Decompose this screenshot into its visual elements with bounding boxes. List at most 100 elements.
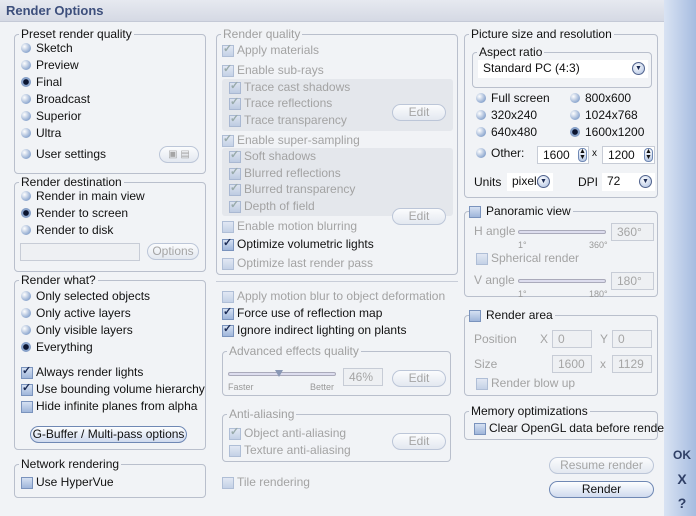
size-1024x768[interactable]: 1024x768 — [570, 108, 638, 122]
everything[interactable]: Everything — [21, 340, 93, 354]
apply-materials-checkbox[interactable]: Apply materials — [222, 42, 319, 57]
save-preset-icon[interactable]: ▤ — [180, 149, 189, 160]
h-angle-slider[interactable] — [518, 230, 606, 234]
height-input[interactable]: 1200 ▲ ▼ — [602, 146, 655, 164]
close-button[interactable]: X — [670, 471, 694, 487]
preset-broadcast[interactable]: Broadcast — [21, 92, 90, 106]
motion-blur-deformation-checkbox[interactable]: Apply motion blur to object deformation — [222, 289, 445, 303]
depth-of-field-checkbox[interactable]: Depth of field — [229, 198, 315, 213]
y-label: Y — [600, 332, 609, 346]
disk-path-input[interactable] — [20, 243, 140, 261]
height-spinner[interactable]: ▲ ▼ — [644, 148, 653, 162]
h-angle-label: H angle — [474, 224, 516, 238]
ignore-indirect-plants-checkbox[interactable]: Ignore indirect lighting on plants — [222, 322, 406, 337]
size-other[interactable]: Other: — [476, 146, 524, 160]
subrays-edit-button[interactable]: Edit — [392, 104, 446, 121]
group-label: Anti-aliasing — [227, 407, 297, 421]
times-label: x — [592, 148, 597, 159]
only-visible-layers[interactable]: Only visible layers — [21, 323, 133, 337]
object-antialiasing-checkbox[interactable]: Object anti-aliasing — [229, 425, 346, 440]
trace-reflections-checkbox[interactable]: Trace reflections — [229, 95, 332, 110]
resume-render-button[interactable]: Resume render — [549, 457, 654, 474]
dest-screen[interactable]: Render to screen — [21, 206, 128, 220]
size-320x240[interactable]: 320x240 — [476, 108, 537, 122]
enable-subrays-checkbox[interactable]: Enable sub-rays — [222, 62, 324, 77]
v-angle-slider[interactable] — [518, 279, 606, 283]
width-spinner[interactable]: ▲ ▼ — [578, 148, 587, 162]
dest-main-view[interactable]: Render in main view — [21, 189, 145, 203]
preset-user-settings[interactable]: User settings — [21, 147, 106, 161]
render-blowup-checkbox[interactable]: Render blow up — [476, 376, 575, 390]
ok-button[interactable]: OK — [670, 448, 694, 462]
preset-preview[interactable]: Preview — [21, 58, 79, 72]
size-1600x1200[interactable]: 1600x1200 — [570, 125, 644, 139]
supersampling-edit-button[interactable]: Edit — [392, 208, 446, 225]
trace-cast-shadows-checkbox[interactable]: Trace cast shadows — [229, 79, 350, 94]
size-800x600[interactable]: 800x600 — [570, 91, 631, 105]
dpi-label: DPI — [578, 175, 599, 189]
clear-opengl-checkbox[interactable]: Clear OpenGL data before render — [474, 421, 668, 435]
bounding-volume-checkbox[interactable]: Use bounding volume hierarchy — [21, 381, 205, 396]
preset-file-buttons[interactable]: ▣ ▤ — [159, 146, 199, 163]
dpi-select[interactable]: 72 ▼ — [602, 173, 655, 191]
v-min-label: 1° — [518, 289, 527, 299]
enable-supersampling-checkbox[interactable]: Enable super-sampling — [222, 132, 360, 147]
blurred-reflections-checkbox[interactable]: Blurred reflections — [229, 165, 341, 180]
better-label: Better — [310, 382, 335, 392]
force-reflection-map-checkbox[interactable]: Force use of reflection map — [222, 305, 382, 320]
chevron-down-icon[interactable]: ▼ — [639, 175, 652, 188]
panoramic-view-checkbox[interactable]: Panoramic view — [469, 204, 573, 218]
units-select[interactable]: pixels ▼ — [507, 173, 553, 191]
width-value: 1600 — [543, 148, 570, 162]
y-input[interactable]: 0 — [612, 330, 652, 348]
only-selected-objects[interactable]: Only selected objects — [21, 289, 150, 303]
h-max-label: 360° — [589, 240, 608, 250]
preset-final[interactable]: Final — [21, 75, 62, 89]
help-button[interactable]: ? — [670, 495, 694, 511]
advanced-edit-button[interactable]: Edit — [392, 370, 446, 387]
quality-value-input[interactable]: 46% — [343, 368, 383, 386]
preset-sketch[interactable]: Sketch — [21, 41, 73, 55]
preset-superior[interactable]: Superior — [21, 109, 81, 123]
optimize-last-pass-checkbox[interactable]: Optimize last render pass — [222, 256, 373, 270]
size-full-screen[interactable]: Full screen — [476, 91, 550, 105]
faster-label: Faster — [228, 382, 254, 392]
group-label: Memory optimizations — [469, 404, 590, 418]
render-area-checkbox[interactable]: Render area — [469, 308, 555, 322]
options-button[interactable]: Options — [147, 243, 199, 260]
only-active-layers[interactable]: Only active layers — [21, 306, 131, 320]
chevron-down-icon[interactable]: ▼ — [632, 62, 645, 75]
trace-transparency-checkbox[interactable]: Trace transparency — [229, 112, 347, 127]
v-max-label: 180° — [589, 289, 608, 299]
tile-rendering-checkbox[interactable]: Tile rendering — [222, 475, 310, 489]
area-width-input[interactable]: 1600 — [552, 355, 592, 373]
spherical-render-checkbox[interactable]: Spherical render — [476, 251, 579, 265]
h-min-label: 1° — [518, 240, 527, 250]
open-preset-icon[interactable]: ▣ — [168, 149, 177, 160]
aspect-ratio-select[interactable]: Standard PC (4:3) ▼ — [478, 60, 648, 78]
gbuffer-options-button[interactable]: G-Buffer / Multi-pass options — [30, 426, 187, 443]
blurred-transparency-checkbox[interactable]: Blurred transparency — [229, 181, 355, 196]
antialias-edit-button[interactable]: Edit — [392, 433, 446, 450]
soft-shadows-checkbox[interactable]: Soft shadows — [229, 148, 316, 163]
x-input[interactable]: 0 — [552, 330, 592, 348]
enable-motion-blurring-checkbox[interactable]: Enable motion blurring — [222, 219, 357, 233]
h-angle-input[interactable]: 360° — [611, 223, 654, 241]
always-render-lights-checkbox[interactable]: Always render lights — [21, 364, 143, 379]
width-input[interactable]: 1600 ▲ ▼ — [537, 146, 589, 164]
divider — [216, 281, 458, 282]
size-640x480[interactable]: 640x480 — [476, 125, 537, 139]
v-angle-input[interactable]: 180° — [611, 272, 654, 290]
optimize-volumetric-checkbox[interactable]: Optimize volumetric lights — [222, 236, 374, 251]
preset-ultra[interactable]: Ultra — [21, 126, 61, 140]
chevron-down-icon[interactable]: ▼ — [537, 175, 550, 188]
texture-antialiasing-checkbox[interactable]: Texture anti-aliasing — [229, 443, 351, 457]
hide-infinite-planes-checkbox[interactable]: Hide infinite planes from alpha — [21, 399, 197, 413]
group-label: Render quality — [221, 27, 303, 41]
render-button[interactable]: Render — [549, 481, 654, 498]
area-height-input[interactable]: 1129 — [612, 355, 652, 373]
use-hypervue-checkbox[interactable]: Use HyperVue — [21, 475, 114, 489]
quality-slider-thumb[interactable] — [275, 370, 283, 377]
dest-disk[interactable]: Render to disk — [21, 223, 113, 237]
group-label: Advanced effects quality — [227, 344, 361, 358]
